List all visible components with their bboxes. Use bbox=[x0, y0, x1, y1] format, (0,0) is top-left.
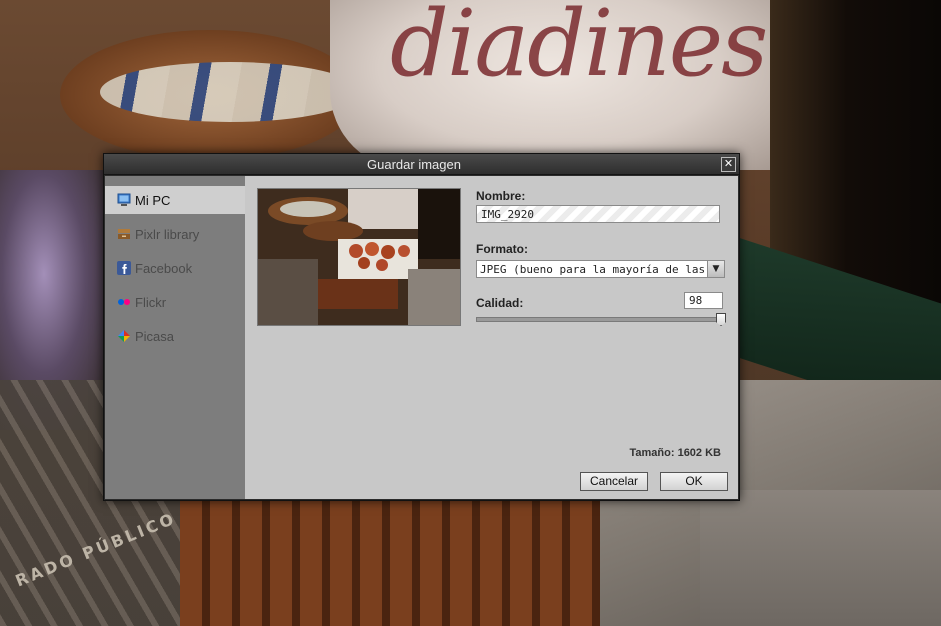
picasa-icon bbox=[118, 330, 130, 342]
plates-shape bbox=[100, 62, 360, 122]
file-size-label: Tamaño: 1602 KB bbox=[629, 447, 722, 459]
crate-shape bbox=[180, 498, 600, 626]
computer-icon bbox=[117, 193, 131, 206]
flickr-icon bbox=[118, 299, 130, 305]
sidebar-item-label: Mi PC bbox=[135, 193, 171, 208]
sidebar-item-label: Facebook bbox=[135, 261, 193, 276]
format-label: Formato: bbox=[476, 242, 528, 256]
sidebar-item-facebook[interactable]: Facebook bbox=[105, 254, 245, 282]
library-icon bbox=[118, 229, 130, 239]
save-form-panel: Nombre: IMG_2920 Formato: JPEG (bueno pa… bbox=[245, 176, 738, 499]
facebook-icon bbox=[117, 261, 131, 275]
format-select[interactable]: JPEG (bueno para la mayoría de las fotos… bbox=[476, 260, 725, 278]
sidebar-item-mi-pc[interactable]: Mi PC bbox=[105, 186, 245, 214]
slider-handle[interactable] bbox=[716, 313, 727, 326]
name-field[interactable]: IMG_2920 bbox=[476, 205, 720, 223]
cushion-lettering: diadines bbox=[390, 0, 768, 97]
sidebar-item-label: Pixlr library bbox=[135, 227, 200, 242]
sidebar-item-label: Flickr bbox=[135, 295, 167, 310]
preview-thumbnail bbox=[258, 189, 460, 325]
stone-step bbox=[700, 490, 941, 626]
name-label: Nombre: bbox=[476, 189, 526, 203]
ok-button[interactable]: OK bbox=[660, 472, 728, 491]
chevron-down-icon[interactable]: ▼ bbox=[707, 261, 724, 277]
quality-label: Calidad: bbox=[476, 296, 524, 310]
quality-slider[interactable] bbox=[476, 313, 727, 326]
format-selected-value: JPEG (bueno para la mayoría de las fotos… bbox=[480, 263, 705, 276]
dialog-title: Guardar imagen bbox=[367, 157, 461, 172]
close-button[interactable]: ✕ bbox=[721, 157, 736, 172]
save-image-dialog: Guardar imagen ✕ Mi PC Pixlr library Fac… bbox=[103, 153, 740, 501]
sidebar-item-pixlr-library[interactable]: Pixlr library bbox=[105, 220, 245, 248]
destination-sidebar: Mi PC Pixlr library Facebook Flickr Pica… bbox=[105, 176, 245, 499]
quality-field[interactable]: 98 bbox=[684, 292, 723, 309]
image-preview bbox=[257, 188, 461, 326]
sidebar-item-flickr[interactable]: Flickr bbox=[105, 288, 245, 316]
sidebar-item-label: Picasa bbox=[135, 329, 175, 344]
sidebar-item-picasa[interactable]: Picasa bbox=[105, 322, 245, 350]
cancel-button[interactable]: Cancelar bbox=[580, 472, 648, 491]
dialog-titlebar[interactable]: Guardar imagen ✕ bbox=[104, 154, 739, 175]
